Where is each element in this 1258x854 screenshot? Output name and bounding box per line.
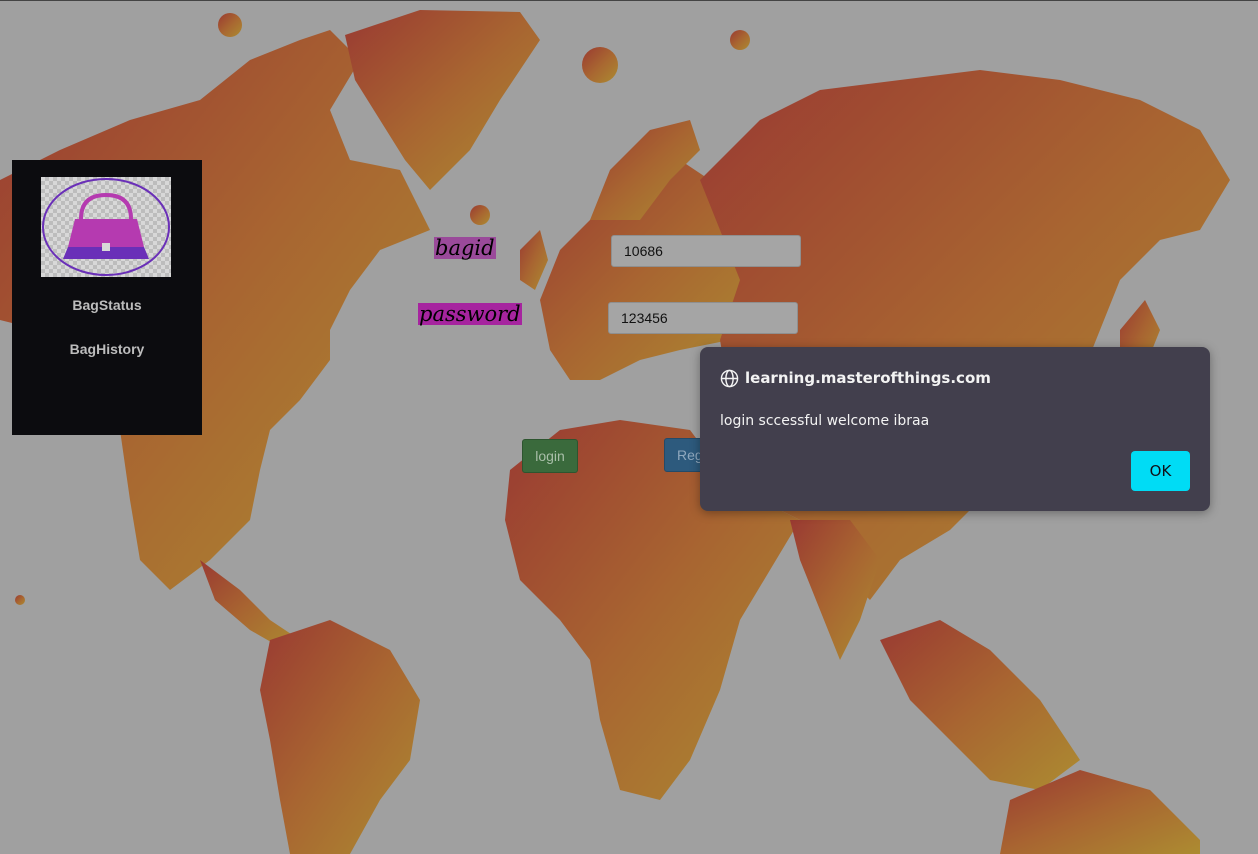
handbag-logo [41,177,171,277]
ok-button[interactable]: OK [1131,451,1190,491]
password-input[interactable] [608,302,798,334]
handbag-icon [42,178,170,276]
window-top-border [0,0,1258,1]
sidebar-item-bagstatus[interactable]: BagStatus [12,297,202,313]
dialog-origin: learning.masterofthings.com [720,367,991,389]
sidebar: BagStatus BagHistory [12,160,202,435]
bagid-label: bagid [434,236,496,260]
login-button[interactable]: login [522,439,578,473]
dialog-message: login sccessful welcome ibraa [720,413,930,429]
alert-dialog: learning.masterofthings.com login sccess… [700,347,1210,511]
bagid-input[interactable] [611,235,801,267]
sidebar-item-baghistory[interactable]: BagHistory [12,341,202,357]
page: BagStatus BagHistory bagid password logi… [0,0,1258,854]
password-label: password [418,302,522,326]
globe-icon [720,369,739,387]
dialog-origin-text: learning.masterofthings.com [745,369,991,387]
